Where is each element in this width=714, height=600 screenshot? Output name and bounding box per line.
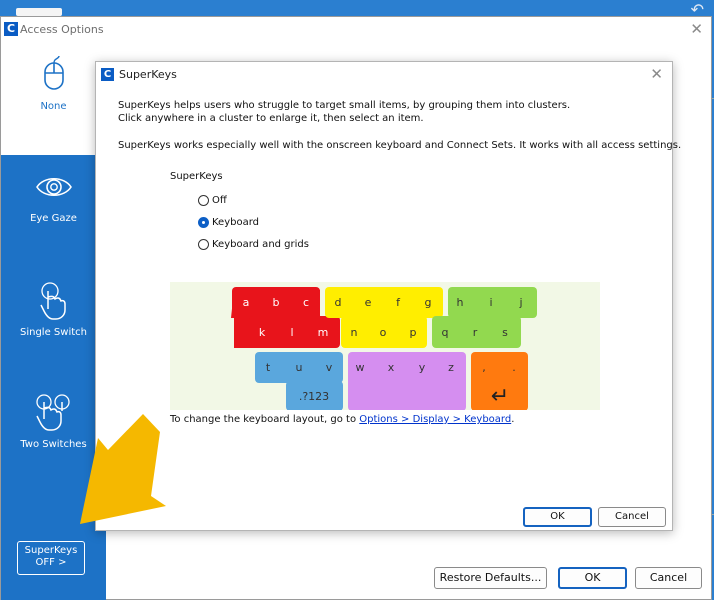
key-o[interactable]: o	[380, 326, 387, 339]
radio-label: Keyboard and grids	[212, 239, 309, 250]
background-tab	[16, 8, 62, 16]
key-y[interactable]: y	[419, 361, 426, 374]
key-c[interactable]: c	[303, 296, 309, 309]
note-suffix: .	[511, 414, 515, 425]
key-l[interactable]: l	[290, 326, 293, 339]
key-q[interactable]: q	[442, 326, 449, 339]
key-b[interactable]: b	[273, 296, 280, 309]
mouse-icon	[43, 55, 64, 90]
key-g[interactable]: g	[425, 296, 432, 309]
app-logo: C	[101, 68, 114, 81]
radio-off[interactable]: Off	[198, 195, 227, 211]
window-title: Access Options	[20, 23, 104, 36]
close-icon[interactable]: ✕	[690, 20, 703, 38]
dialog-ok-button[interactable]: OK	[523, 507, 592, 527]
dialog-cancel-button[interactable]: Cancel	[598, 507, 666, 527]
radio-button[interactable]	[198, 195, 209, 206]
title-bar: C Access Options ✕	[1, 17, 711, 43]
radio-button[interactable]	[198, 239, 209, 250]
key-t[interactable]: t	[266, 361, 271, 374]
close-icon[interactable]: ✕	[650, 65, 663, 83]
key-i[interactable]: i	[489, 296, 492, 309]
radio-label: Keyboard	[212, 217, 260, 228]
key-d[interactable]: d	[335, 296, 342, 309]
key-w[interactable]: w	[356, 361, 365, 374]
radio-keyboard-and-grids[interactable]: Keyboard and grids	[198, 239, 309, 255]
sidebar-item-label: Single Switch	[20, 327, 87, 338]
keyboard-settings-link[interactable]: Options > Display > Keyboard	[359, 414, 511, 425]
key-v[interactable]: v	[326, 361, 333, 374]
cancel-button[interactable]: Cancel	[635, 567, 702, 589]
superkeys-dialog: C SuperKeys ✕ SuperKeys helps users who …	[95, 61, 681, 531]
sidebar-item-single-switch[interactable]: Single Switch	[1, 267, 106, 379]
app-logo: C	[4, 22, 18, 36]
key-u[interactable]: u	[296, 361, 303, 374]
eye-icon	[35, 177, 72, 197]
dialog-title: SuperKeys	[119, 68, 177, 81]
radio-keyboard[interactable]: Keyboard	[198, 217, 259, 233]
superkeys-toggle-button[interactable]: SuperKeys OFF >	[17, 541, 85, 575]
key-h[interactable]: h	[457, 296, 464, 309]
superkeys-button-title: SuperKeys	[24, 545, 78, 556]
sidebar-item-none[interactable]: None	[1, 43, 106, 155]
key-j[interactable]: j	[518, 296, 522, 309]
key-symbols[interactable]: .?123	[299, 390, 329, 403]
radio-label: Off	[212, 195, 227, 206]
key-z[interactable]: z	[448, 361, 454, 374]
key-r[interactable]: r	[473, 326, 478, 339]
background-app	[0, 0, 714, 14]
key-e[interactable]: e	[365, 296, 372, 309]
key-k[interactable]: k	[259, 326, 266, 339]
key-p[interactable]: p	[410, 326, 417, 339]
keyboard-preview: a b c k l m d e f g n o p h i j q r s t	[170, 282, 600, 410]
sidebar-item-eye-gaze[interactable]: Eye Gaze	[1, 155, 106, 267]
keyboard-preview-graphic: a b c k l m d e f g n o p h i j q r s t	[231, 287, 537, 410]
ok-button[interactable]: OK	[558, 567, 627, 589]
two-touch-icon	[35, 394, 70, 431]
sidebar-item-two-switches[interactable]: Two Switches	[1, 379, 106, 491]
radio-group-label: SuperKeys	[170, 171, 223, 182]
superkeys-button-state: OFF >	[35, 557, 67, 568]
single-touch-icon	[39, 282, 66, 320]
sidebar-item-label: None	[40, 101, 67, 112]
key-period[interactable]: .	[512, 361, 516, 374]
keyboard-layout-note: To change the keyboard layout, go to Opt…	[170, 414, 514, 425]
enter-key-icon[interactable]: ↵	[491, 384, 509, 409]
access-sidebar: None Eye Gaze Single Switch Two Switches…	[1, 43, 106, 600]
key-n[interactable]: n	[351, 326, 358, 339]
note-text: To change the keyboard layout, go to	[170, 414, 360, 425]
intro-text: SuperKeys helps users who struggle to ta…	[118, 100, 571, 111]
restore-defaults-button[interactable]: Restore Defaults...	[434, 567, 547, 589]
intro-text: Click anywhere in a cluster to enlarge i…	[118, 113, 424, 124]
intro-text: SuperKeys works especially well with the…	[118, 140, 682, 151]
sidebar-item-label: Two Switches	[20, 439, 87, 450]
key-x[interactable]: x	[388, 361, 395, 374]
radio-button[interactable]	[198, 217, 209, 228]
key-a[interactable]: a	[243, 296, 250, 309]
key-comma[interactable]: ,	[482, 361, 486, 374]
key-s[interactable]: s	[502, 326, 508, 339]
sidebar-item-label: Eye Gaze	[30, 213, 77, 224]
key-m[interactable]: m	[318, 326, 329, 339]
